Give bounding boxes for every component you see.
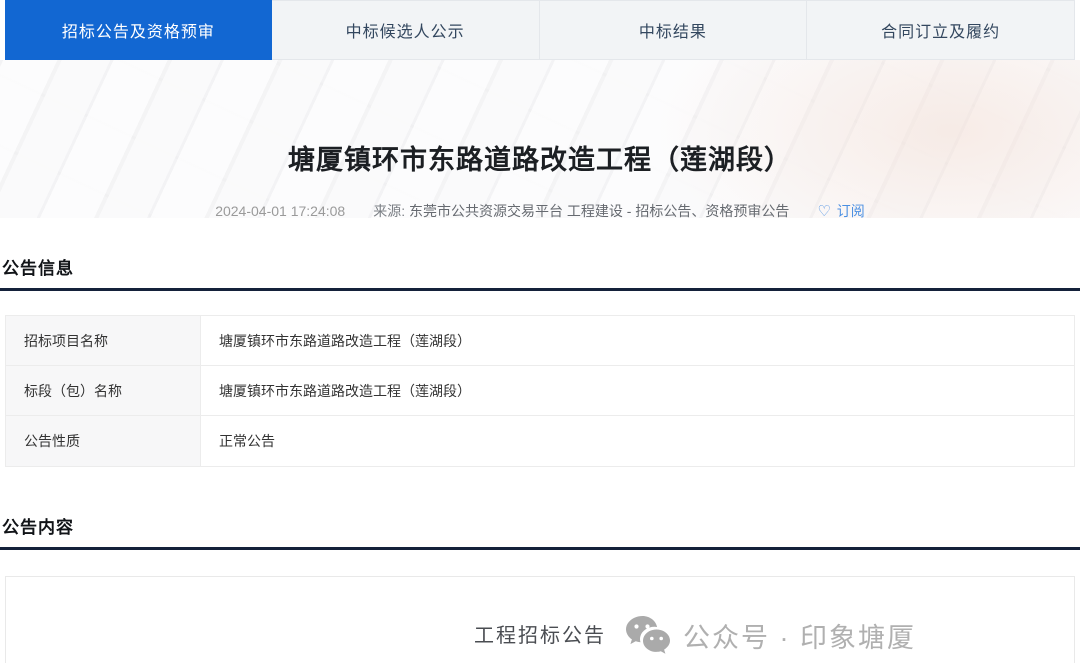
section-info-header: 公告信息 xyxy=(0,254,1080,291)
row-label-project-name: 招标项目名称 xyxy=(6,316,201,365)
row-label-announcement-nature: 公告性质 xyxy=(6,416,201,466)
row-label-section-name: 标段（包）名称 xyxy=(6,366,201,415)
table-row: 标段（包）名称 塘厦镇环市东路道路改造工程（莲湖段） xyxy=(6,366,1074,416)
announcement-tabbar: 招标公告及资格预审 中标候选人公示 中标结果 合同订立及履约 xyxy=(0,0,1080,60)
row-value-announcement-nature: 正常公告 xyxy=(201,416,1074,466)
subscribe-label: 订阅 xyxy=(836,203,865,218)
row-value-project-name: 塘厦镇环市东路道路改造工程（莲湖段） xyxy=(201,316,1074,365)
banner-meta: 2024-04-01 17:24:08 来源: 东莞市公共资源交易平台 工程建设… xyxy=(0,201,1080,218)
tab-contract[interactable]: 合同订立及履约 xyxy=(807,0,1075,60)
watermark-text: 公众号 · 印象塘厦 xyxy=(683,622,916,653)
announcement-info-table: 招标项目名称 塘厦镇环市东路道路改造工程（莲湖段） 标段（包）名称 塘厦镇环市东… xyxy=(5,315,1075,467)
source-label: 来源: xyxy=(373,203,406,218)
publish-time: 2024-04-01 17:24:08 xyxy=(215,203,346,218)
source-info: 来源: 东莞市公共资源交易平台 工程建设 - 招标公告、资格预审公告 xyxy=(373,201,789,218)
page-title: 塘厦镇环市东路道路改造工程（莲湖段） xyxy=(288,145,792,175)
section-content-title: 公告内容 xyxy=(2,518,74,537)
tab-winning-result[interactable]: 中标结果 xyxy=(539,0,808,60)
wechat-icon xyxy=(626,616,670,654)
table-row: 招标项目名称 塘厦镇环市东路道路改造工程（莲湖段） xyxy=(6,316,1074,366)
wechat-watermark: 公众号 · 印象塘厦 xyxy=(625,615,916,655)
tab-winning-candidates[interactable]: 中标候选人公示 xyxy=(271,0,540,60)
table-row: 公告性质 正常公告 xyxy=(6,416,1074,466)
announcement-content-box: 工程招标公告 公告时间：2024年04月02日至2024年04月24日 公众号 … xyxy=(5,576,1075,663)
tab-bid-announcement[interactable]: 招标公告及资格预审 xyxy=(5,0,272,60)
section-info-title: 公告信息 xyxy=(2,259,74,278)
section-content-header: 公告内容 xyxy=(0,513,1080,550)
hero-banner: 塘厦镇环市东路道路改造工程（莲湖段） 2024-04-01 17:24:08 来… xyxy=(0,60,1080,218)
heart-icon: ♡ xyxy=(817,202,831,219)
subscribe-button[interactable]: ♡ 订阅 xyxy=(817,201,864,218)
source-text: 东莞市公共资源交易平台 工程建设 - 招标公告、资格预审公告 xyxy=(408,203,790,218)
row-value-section-name: 塘厦镇环市东路道路改造工程（莲湖段） xyxy=(201,366,1074,415)
